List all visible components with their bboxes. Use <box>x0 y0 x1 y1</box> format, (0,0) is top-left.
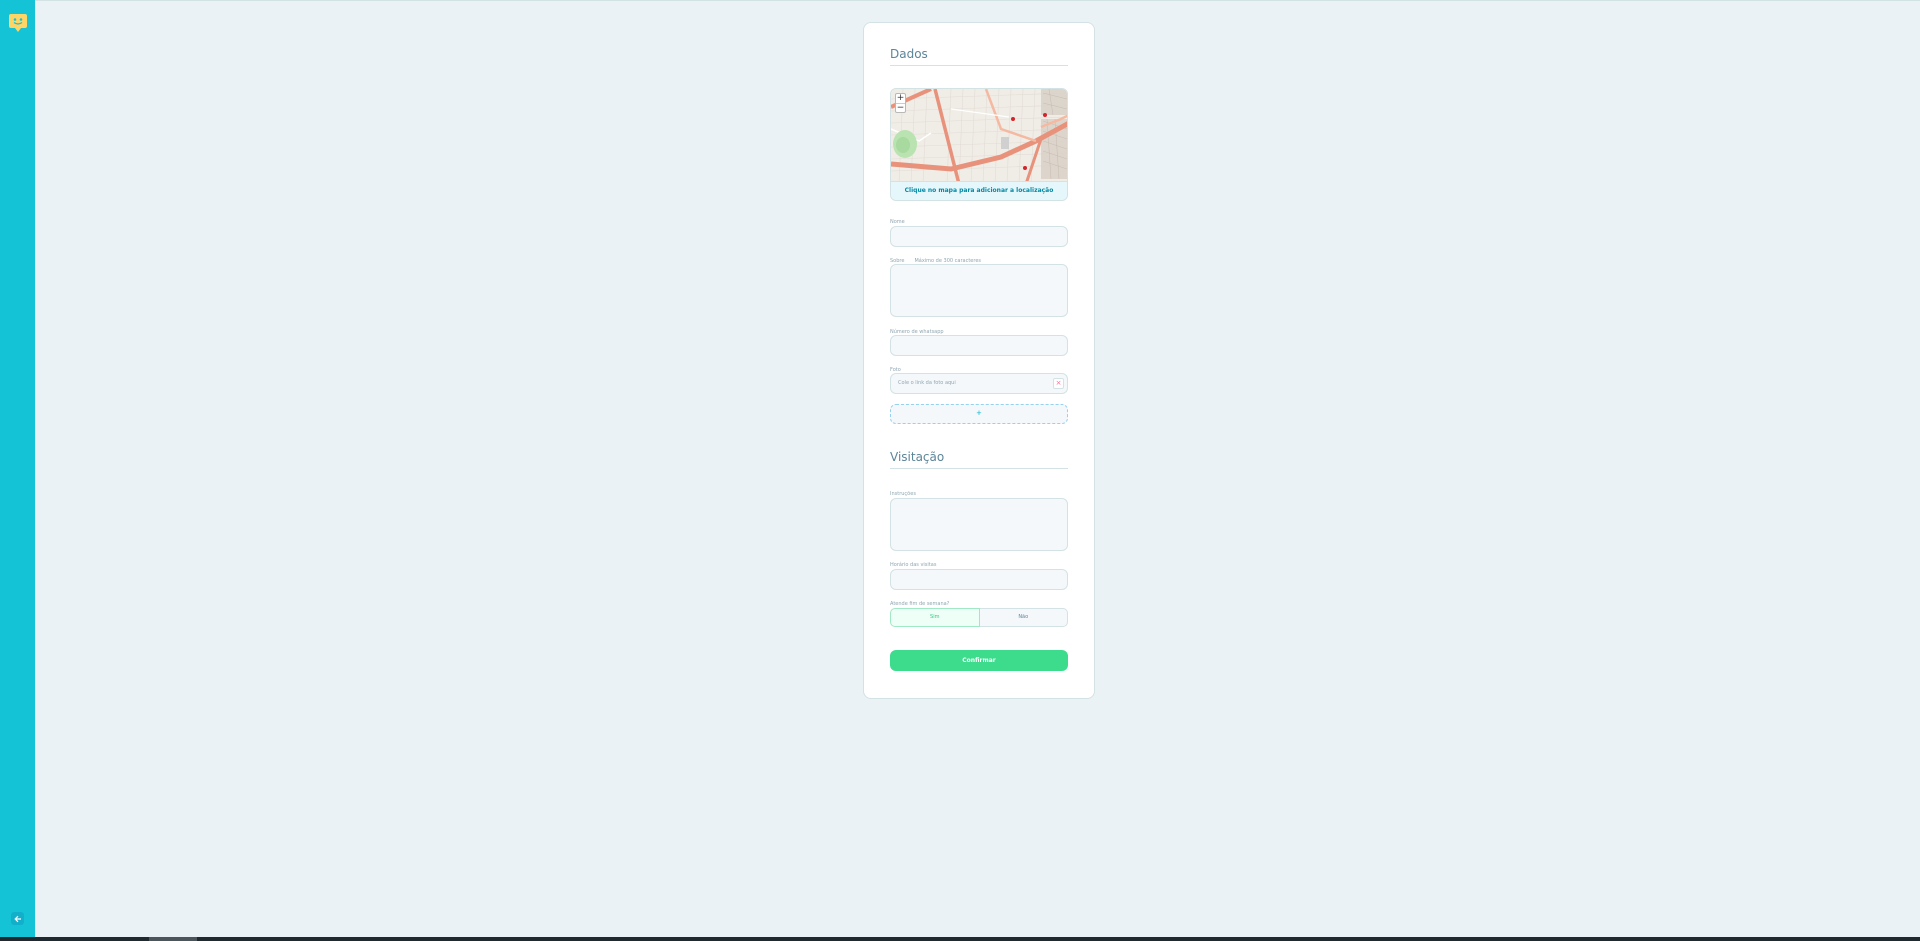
add-photo-button[interactable]: + <box>890 404 1068 424</box>
section-title-visit: Visitação <box>890 451 1068 469</box>
top-divider <box>35 0 1920 1</box>
photo-url-placeholder: Cole o link da foto aqui <box>898 380 956 386</box>
whatsapp-input[interactable] <box>890 335 1068 356</box>
section-title-data: Dados <box>890 48 1068 66</box>
scrollbar-thumb[interactable] <box>149 937 197 941</box>
zoom-in-button[interactable]: + <box>896 94 905 103</box>
photo-url-input[interactable]: Cole o link da foto aqui × <box>890 373 1068 394</box>
about-textarea[interactable] <box>890 264 1068 317</box>
map-hint: Clique no mapa para adicionar a localiza… <box>891 181 1067 200</box>
weekends-label: Atende fim de semana? <box>890 601 950 607</box>
location-map[interactable]: + − Clique no mapa para adicionar a loca… <box>890 88 1068 201</box>
weekends-yes-button[interactable]: Sim <box>890 608 980 627</box>
hours-label: Horário das visitas <box>890 562 937 568</box>
zoom-out-button[interactable]: − <box>896 103 905 113</box>
name-input[interactable] <box>890 226 1068 247</box>
instructions-textarea[interactable] <box>890 498 1068 551</box>
name-label: Nome <box>890 219 905 225</box>
weekends-toggle: Sim Não <box>890 608 1068 627</box>
arrow-left-icon[interactable] <box>11 912 24 925</box>
map-zoom-control: + − <box>895 93 906 113</box>
weekends-no-button[interactable]: Não <box>979 608 1068 627</box>
instructions-label: Instruções <box>890 491 916 497</box>
horizontal-scrollbar[interactable] <box>0 937 1920 941</box>
remove-photo-icon[interactable]: × <box>1053 378 1064 389</box>
create-orphanage-form: Dados + − Clique no mapa para adicionar … <box>863 22 1095 699</box>
confirm-button[interactable]: Confirmar <box>890 650 1068 671</box>
hours-input[interactable] <box>890 569 1068 590</box>
sidebar <box>0 0 35 937</box>
happy-face-map-pin-icon[interactable] <box>8 12 28 34</box>
map-tiles[interactable] <box>891 89 1068 184</box>
